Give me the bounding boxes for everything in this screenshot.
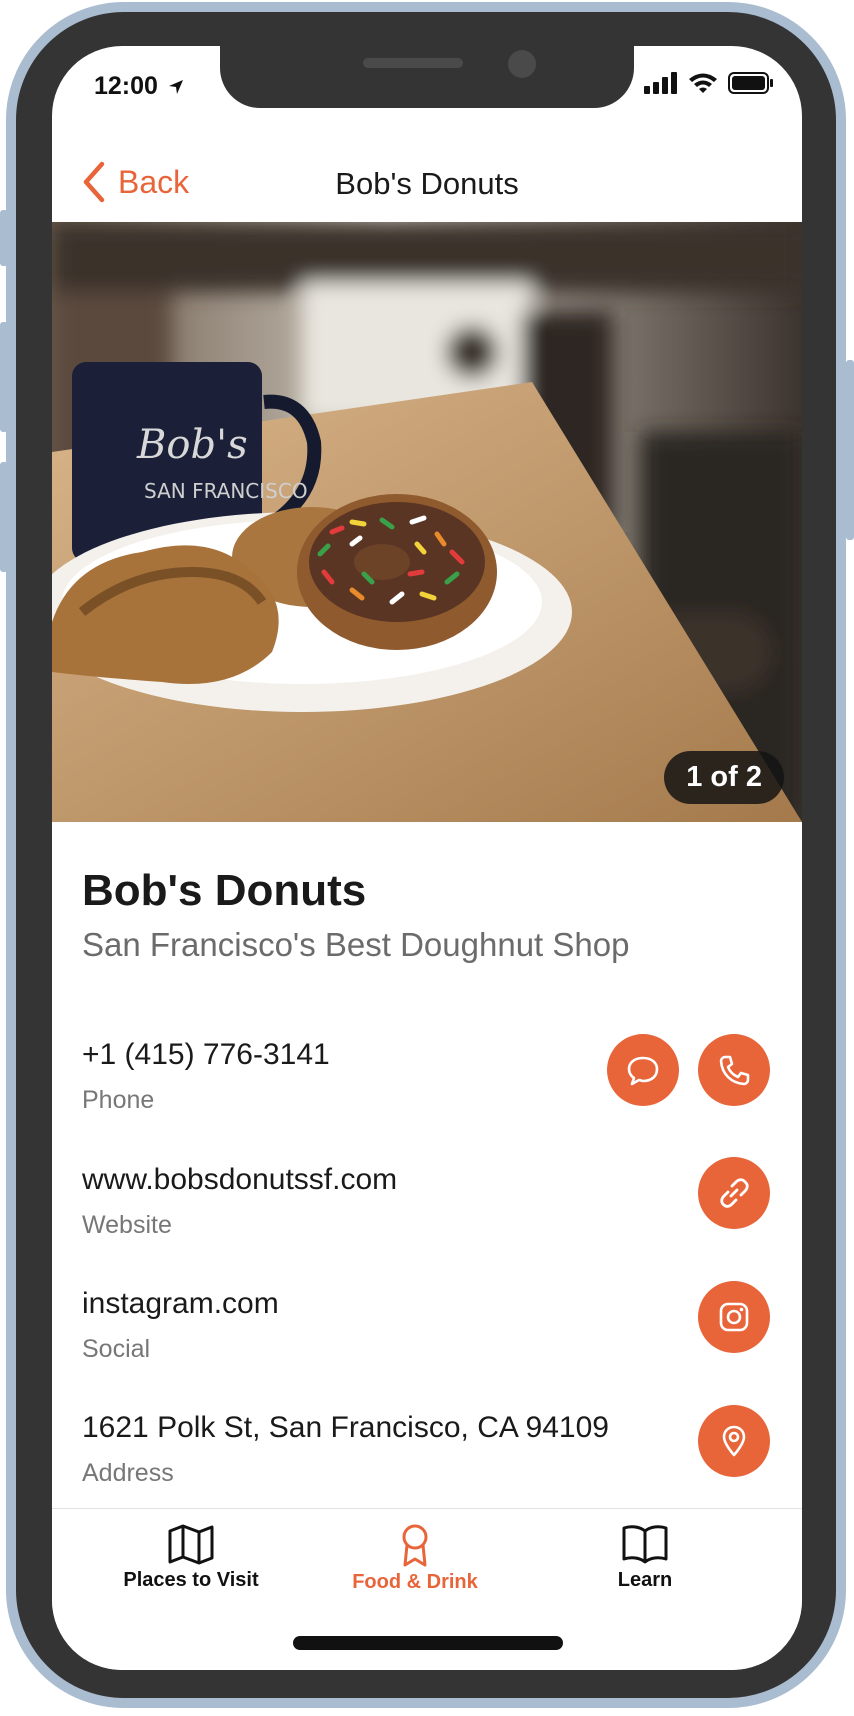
phone-icon: [719, 1055, 750, 1086]
open-social-button[interactable]: [698, 1281, 770, 1353]
open-map-button[interactable]: [698, 1405, 770, 1477]
tab-label-food-and-drink: Food & Drink: [352, 1571, 478, 1593]
svg-text:SAN FRANCISCO: SAN FRANCISCO: [144, 479, 308, 503]
photo-carousel[interactable]: Bob's SAN FRANCISCO 1 of 2: [52, 222, 802, 822]
tab-learn[interactable]: Learn: [535, 1523, 755, 1592]
award-ribbon-icon: [402, 1524, 428, 1567]
contact-row-phone: +1 (415) 776-3141 Phone: [52, 1034, 802, 1138]
cellular-signal-icon: [644, 72, 677, 94]
tab-food-and-drink[interactable]: Food & Drink: [305, 1523, 525, 1594]
notch: [220, 46, 634, 108]
website-label: Website: [82, 1211, 172, 1239]
status-icons: [644, 72, 774, 94]
home-indicator[interactable]: [293, 1636, 563, 1650]
wifi-icon: [689, 73, 717, 93]
instagram-icon: [719, 1302, 749, 1332]
location-arrow-icon: [168, 80, 183, 94]
speaker-grille: [363, 58, 463, 68]
navigation-bar: Back Bob's Donuts: [52, 146, 802, 222]
place-tagline: San Francisco's Best Doughnut Shop: [82, 926, 630, 963]
silent-switch: [0, 210, 8, 266]
tab-label-learn: Learn: [617, 1569, 673, 1591]
place-name: Bob's Donuts: [82, 866, 367, 915]
front-camera: [508, 50, 536, 78]
contact-row-website: www.bobsdonutssf.com Website: [52, 1157, 802, 1263]
contact-row-social: instagram.com Social: [52, 1281, 802, 1387]
link-icon: [720, 1178, 749, 1208]
street-address[interactable]: 1621 Polk St, San Francisco, CA 94109: [82, 1411, 609, 1445]
contact-row-address: 1621 Polk St, San Francisco, CA 94109 Ad…: [52, 1405, 802, 1511]
hero-photo: Bob's SAN FRANCISCO: [52, 222, 802, 822]
location-pin-icon: [722, 1425, 746, 1457]
power-button: [846, 360, 854, 540]
volume-down-button: [0, 462, 8, 572]
svg-text:Bob's: Bob's: [136, 422, 248, 468]
call-button[interactable]: [698, 1034, 770, 1106]
open-book-icon: [622, 1525, 668, 1564]
website-url[interactable]: www.bobsdonutssf.com: [82, 1163, 397, 1197]
map-icon: [168, 1524, 214, 1565]
battery-icon: [728, 72, 773, 94]
screen: 12:00 Back Bob's Donuts Bob's SAN FRANCI…: [52, 46, 802, 1670]
status-time: 12:00: [94, 72, 185, 101]
tab-places-to-visit[interactable]: Places to Visit: [81, 1523, 301, 1592]
social-label: Social: [82, 1335, 151, 1363]
open-website-button[interactable]: [698, 1157, 770, 1229]
photo-counter: 1 of 2: [664, 751, 784, 804]
phone-number[interactable]: +1 (415) 776-3141: [82, 1038, 330, 1072]
volume-up-button: [0, 322, 8, 432]
phone-label: Phone: [82, 1086, 155, 1114]
page-title: Bob's Donuts: [335, 166, 519, 201]
tab-label-places-to-visit: Places to Visit: [123, 1569, 259, 1591]
message-icon: [627, 1056, 659, 1086]
social-url[interactable]: instagram.com: [82, 1287, 279, 1321]
message-button[interactable]: [607, 1034, 679, 1106]
address-label: Address: [82, 1459, 174, 1487]
